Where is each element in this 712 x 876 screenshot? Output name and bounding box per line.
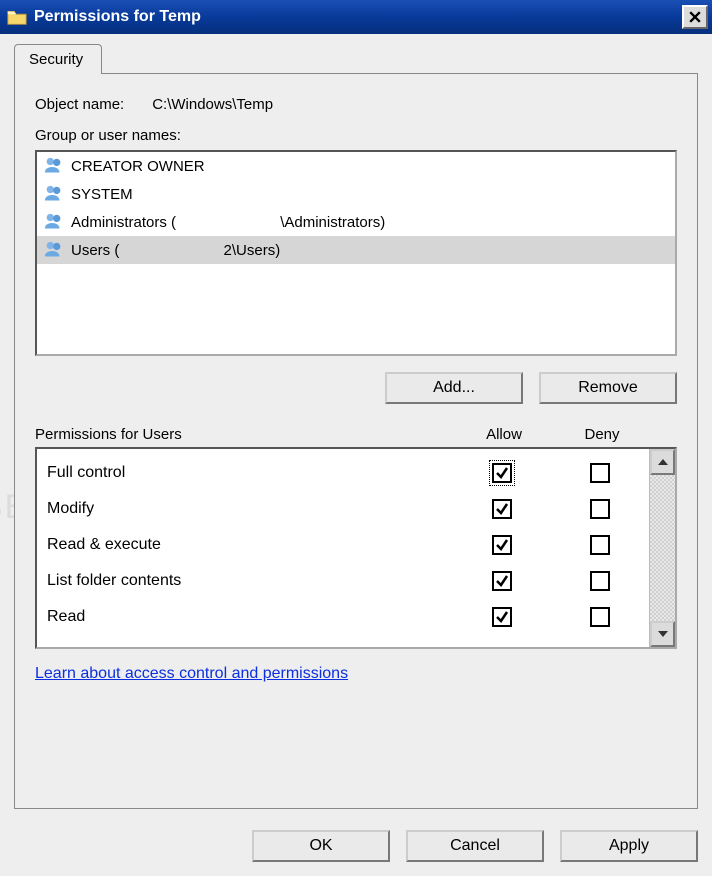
list-item-users[interactable]: Users ( 2\Users) bbox=[37, 236, 675, 264]
folder-icon bbox=[6, 6, 28, 28]
add-button[interactable]: Add... bbox=[385, 372, 523, 404]
permissions-listbox: Full control Modify Read & execute List … bbox=[35, 447, 677, 649]
list-item-creator-owner[interactable]: CREATOR OWNER bbox=[37, 152, 675, 180]
perm-label: Read bbox=[47, 608, 453, 626]
permissions-header-label: Permissions for Users bbox=[35, 426, 455, 443]
checkbox-allow-list-folder[interactable] bbox=[492, 571, 512, 591]
remove-button[interactable]: Remove bbox=[539, 372, 677, 404]
tab-panel-security: Object name: C:\Windows\Temp Group or us… bbox=[14, 73, 698, 809]
checkbox-allow-modify[interactable] bbox=[492, 499, 512, 519]
group-icon bbox=[43, 184, 65, 204]
object-name-row: Object name: C:\Windows\Temp bbox=[35, 96, 677, 113]
groups-label: Group or user names: bbox=[35, 127, 677, 144]
checkbox-deny-modify[interactable] bbox=[590, 499, 610, 519]
perm-label: List folder contents bbox=[47, 572, 453, 590]
perm-row-full-control: Full control bbox=[47, 455, 649, 491]
perm-label: Read & execute bbox=[47, 536, 453, 554]
perm-row-modify: Modify bbox=[47, 491, 649, 527]
group-icon bbox=[43, 156, 65, 176]
list-item-label: Users ( 2\Users) bbox=[71, 242, 280, 259]
list-item-label: CREATOR OWNER bbox=[71, 158, 205, 175]
scroll-down-button[interactable] bbox=[650, 621, 675, 647]
help-link[interactable]: Learn about access control and permissio… bbox=[35, 665, 348, 683]
checkbox-allow-full-control[interactable] bbox=[492, 463, 512, 483]
object-name-value: C:\Windows\Temp bbox=[152, 96, 273, 113]
column-allow: Allow bbox=[455, 426, 553, 443]
list-item-administrators[interactable]: Administrators ( \Administrators) bbox=[37, 208, 675, 236]
perm-row-read-execute: Read & execute bbox=[47, 527, 649, 563]
permissions-header: Permissions for Users Allow Deny bbox=[35, 426, 677, 443]
perm-row-read: Read bbox=[47, 599, 649, 635]
close-icon bbox=[689, 11, 701, 23]
perm-label: Modify bbox=[47, 500, 453, 518]
checkbox-deny-read-execute[interactable] bbox=[590, 535, 610, 555]
perm-row-list-folder: List folder contents bbox=[47, 563, 649, 599]
checkbox-deny-read[interactable] bbox=[590, 607, 610, 627]
window-title: Permissions for Temp bbox=[34, 8, 682, 26]
group-buttons-row: Add... Remove bbox=[35, 372, 677, 404]
column-deny: Deny bbox=[553, 426, 651, 443]
chevron-up-icon bbox=[658, 459, 668, 465]
ok-button[interactable]: OK bbox=[252, 830, 390, 862]
group-icon bbox=[43, 240, 65, 260]
perm-label: Full control bbox=[47, 464, 453, 482]
checkbox-deny-full-control[interactable] bbox=[590, 463, 610, 483]
object-name-label: Object name: bbox=[35, 96, 124, 113]
checkbox-allow-read-execute[interactable] bbox=[492, 535, 512, 555]
scroll-track[interactable] bbox=[650, 475, 675, 621]
dialog-buttons: OK Cancel Apply bbox=[252, 830, 698, 862]
client-area: Security Object name: C:\Windows\Temp Gr… bbox=[0, 34, 712, 876]
tab-strip: Security bbox=[14, 44, 698, 73]
groups-section: Group or user names: CREATOR OWNER SYSTE… bbox=[35, 127, 677, 356]
apply-button[interactable]: Apply bbox=[560, 830, 698, 862]
groups-listbox[interactable]: CREATOR OWNER SYSTEM Administrators ( \A… bbox=[35, 150, 677, 356]
chevron-down-icon bbox=[658, 631, 668, 637]
cancel-button[interactable]: Cancel bbox=[406, 830, 544, 862]
list-item-label: SYSTEM bbox=[71, 186, 133, 203]
titlebar: Permissions for Temp bbox=[0, 0, 712, 34]
checkbox-deny-list-folder[interactable] bbox=[590, 571, 610, 591]
tab-security[interactable]: Security bbox=[14, 44, 102, 74]
close-button[interactable] bbox=[682, 5, 708, 29]
group-icon bbox=[43, 212, 65, 232]
permissions-scrollbar[interactable] bbox=[649, 449, 675, 647]
scroll-up-button[interactable] bbox=[650, 449, 675, 475]
list-item-label: Administrators ( \Administrators) bbox=[71, 214, 385, 231]
list-item-system[interactable]: SYSTEM bbox=[37, 180, 675, 208]
checkbox-allow-read[interactable] bbox=[492, 607, 512, 627]
